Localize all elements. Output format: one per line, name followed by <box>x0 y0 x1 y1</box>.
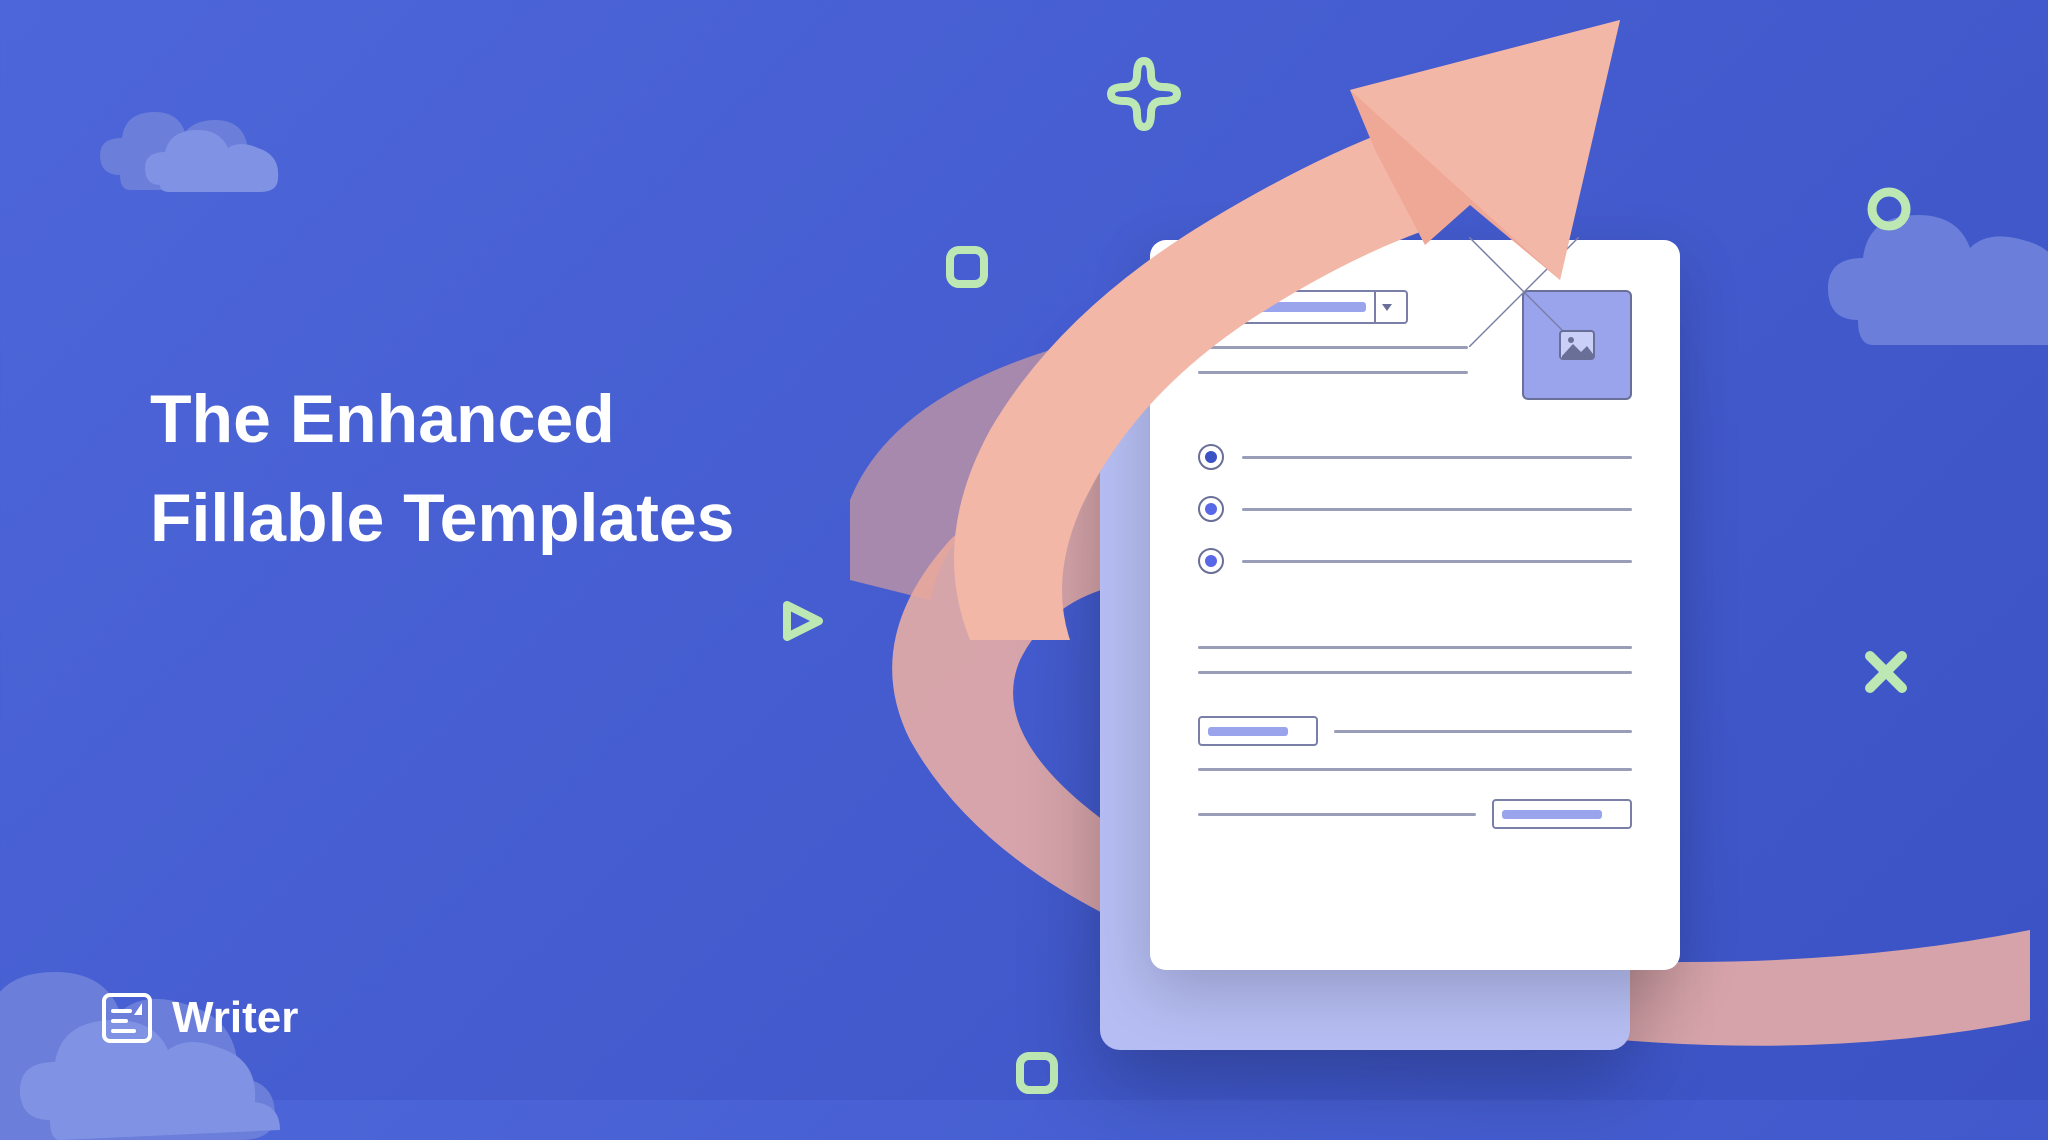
square-icon <box>1015 1051 1059 1095</box>
page-title: The Enhanced Fillable Templates <box>150 370 734 567</box>
cloud-icon <box>1828 200 2048 350</box>
text-field <box>1198 716 1318 746</box>
heading-line-2: Fillable Templates <box>150 469 734 568</box>
writer-logo-icon <box>100 991 154 1045</box>
heading-line-1: The Enhanced <box>150 370 734 469</box>
plus-icon <box>1105 55 1183 133</box>
radio-option <box>1198 444 1632 470</box>
chevron-down-icon <box>1374 292 1398 322</box>
triangle-icon <box>775 595 827 647</box>
dropdown-field <box>1198 290 1408 324</box>
cloud-icon <box>0 950 280 1140</box>
image-placeholder-icon <box>1522 290 1632 400</box>
square-icon <box>945 245 989 289</box>
document-front <box>1150 240 1680 970</box>
radio-option <box>1198 496 1632 522</box>
cloud-icon <box>100 100 300 195</box>
text-field <box>1492 799 1632 829</box>
brand: Writer <box>100 991 298 1045</box>
cross-icon <box>1854 640 1918 704</box>
circle-icon <box>1865 185 1913 233</box>
radio-option <box>1198 548 1632 574</box>
brand-label: Writer <box>172 993 298 1043</box>
